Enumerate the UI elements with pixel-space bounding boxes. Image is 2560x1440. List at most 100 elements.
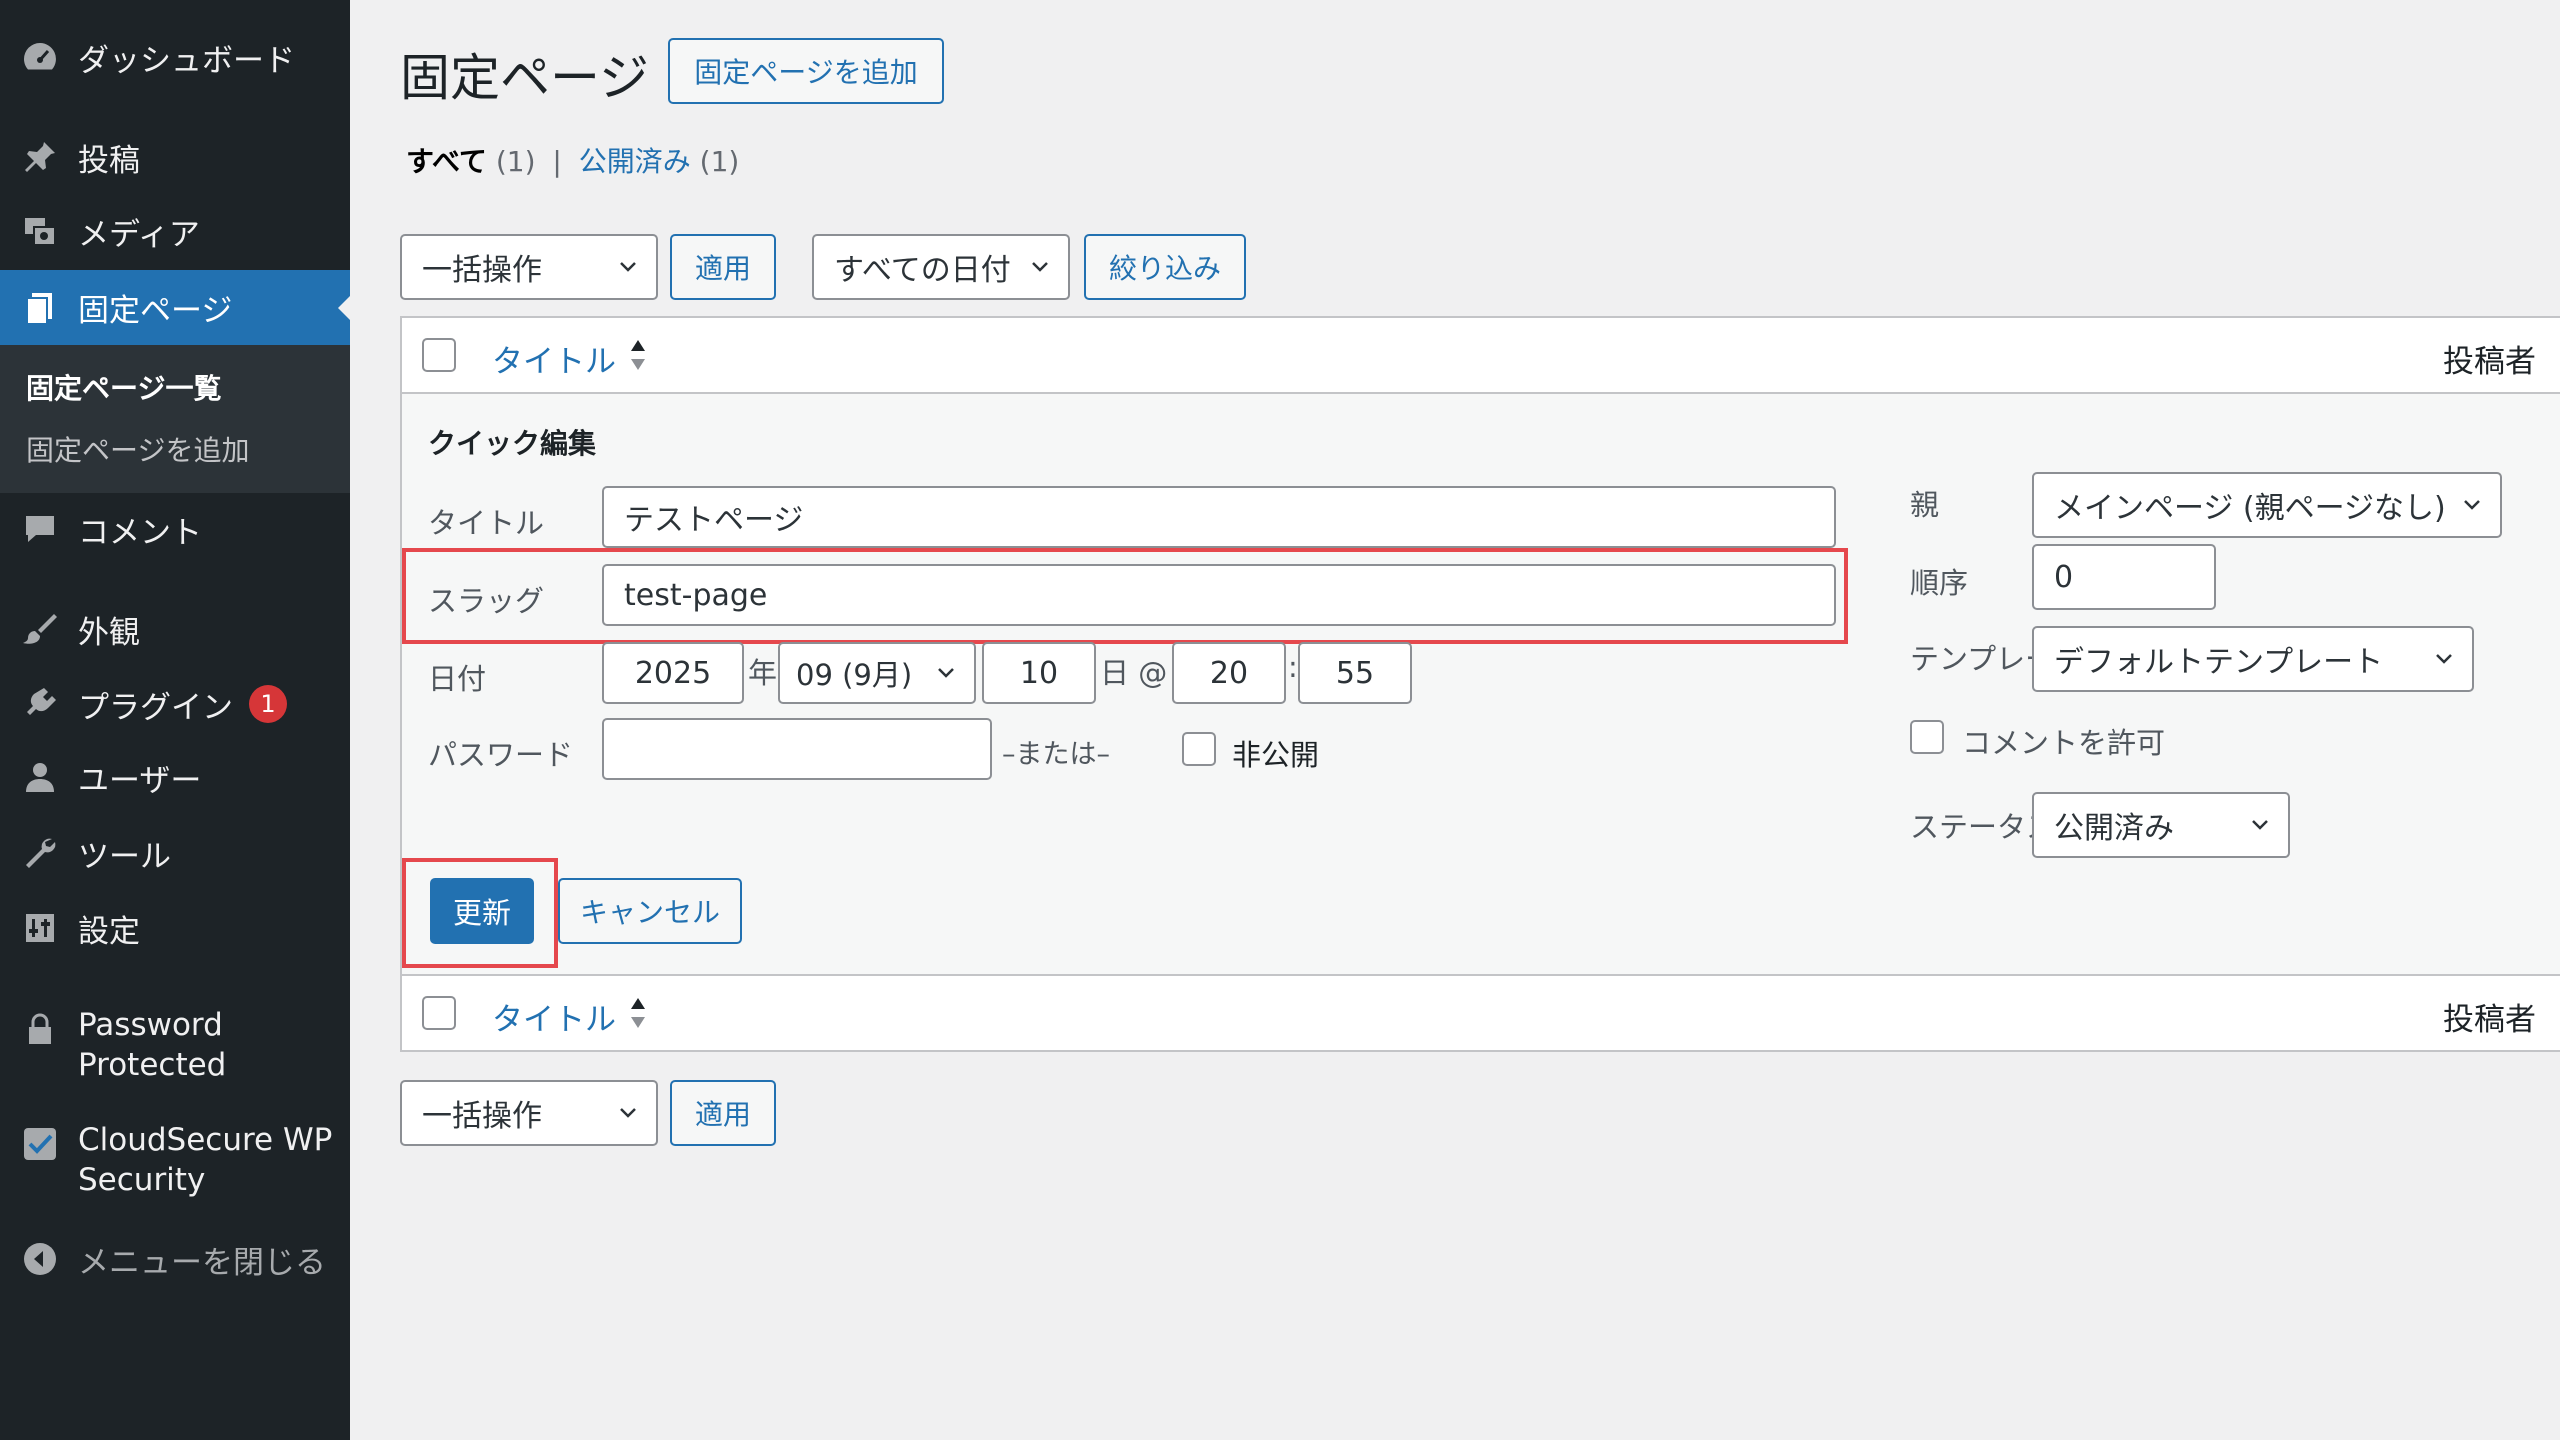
password-input[interactable] (602, 718, 992, 780)
select-value: すべての日付 (834, 253, 1011, 288)
chevron-down-icon (938, 668, 954, 678)
menu-password-protected[interactable]: Password Protected (0, 1005, 350, 1093)
private-checkbox[interactable] (1182, 732, 1216, 766)
chevron-down-icon (2464, 500, 2480, 510)
update-button[interactable]: 更新 (430, 878, 534, 944)
menu-posts[interactable]: 投稿 (0, 126, 350, 188)
select-value: 一括操作 (422, 253, 542, 288)
menu-dashboard[interactable]: ダッシュボード (0, 26, 350, 88)
day-input[interactable]: 10 (982, 642, 1096, 704)
bulk-action-select-bottom[interactable]: 一括操作 (400, 1080, 658, 1146)
order-input[interactable]: 0 (2032, 544, 2216, 610)
table-footer: タイトル 投稿者 (400, 974, 2560, 1052)
select-value: 公開済み (2054, 811, 2174, 846)
settings-icon (20, 908, 60, 948)
submenu-pages-list[interactable]: 固定ページ一覧 (26, 367, 221, 407)
add-new-page-button[interactable]: 固定ページを追加 (668, 38, 944, 104)
allow-comments-checkbox[interactable] (1910, 720, 1944, 754)
menu-tools[interactable]: ツール (0, 822, 350, 884)
menu-label: 外観 (78, 614, 140, 651)
menu-pages[interactable]: 固定ページ (0, 270, 350, 345)
column-author: 投稿者 (2443, 344, 2536, 380)
wrench-icon (20, 833, 60, 873)
menu-comments[interactable]: コメント (0, 498, 350, 560)
menu-cloudsecure[interactable]: CloudSecure WP Security (0, 1120, 350, 1208)
menu-collapse[interactable]: メニューを閉じる (0, 1228, 350, 1290)
hour-input[interactable]: 20 (1172, 642, 1286, 704)
menu-plugins[interactable]: プラグイン 1 (0, 673, 350, 735)
template-select[interactable]: デフォルトテンプレート (2032, 626, 2474, 692)
year-suffix: 年 (748, 656, 778, 690)
menu-label: 固定ページ (78, 293, 233, 329)
admin-sidebar: ダッシュボード 投稿 メディア 固定ページ 固定ページ一覧 固定ページを追加 コ… (0, 0, 350, 1440)
table-header: タイトル 投稿者 (400, 316, 2560, 394)
status-select[interactable]: 公開済み (2032, 792, 2290, 858)
label-line: Protected (78, 1047, 227, 1083)
date-filter-select[interactable]: すべての日付 (812, 234, 1070, 300)
select-value: メインページ (親ページなし) (2054, 491, 2446, 526)
select-all-checkbox[interactable] (422, 338, 456, 372)
menu-appearance[interactable]: 外観 (0, 598, 350, 660)
lock-icon (20, 1009, 60, 1049)
collapse-icon (20, 1239, 60, 1279)
quick-edit-legend: クイック編集 (428, 427, 597, 460)
menu-label: プラグイン (78, 689, 233, 726)
apply-button-bottom[interactable]: 適用 (670, 1080, 776, 1146)
menu-label: メディア (78, 216, 200, 253)
select-all-checkbox-bottom[interactable] (422, 996, 456, 1030)
pin-icon (20, 137, 60, 177)
menu-label: ツール (78, 838, 171, 875)
filter-button[interactable]: 絞り込み (1084, 234, 1246, 300)
chevron-down-icon (1032, 262, 1048, 272)
label-line: Password (78, 1007, 223, 1043)
parent-select[interactable]: メインページ (親ページなし) (2032, 472, 2502, 538)
allow-comments-label: コメントを許可 (1962, 726, 2166, 760)
menu-media[interactable]: メディア (0, 200, 350, 262)
sort-icon[interactable] (628, 338, 648, 372)
quick-edit-panel: クイック編集 タイトル テストページ スラッグ test-page 日付 202… (400, 394, 2560, 974)
pages-submenu: 固定ページ一覧 固定ページを追加 (0, 345, 350, 493)
main-content: 固定ページ 固定ページを追加 すべて (1) | 公開済み (1) 一括操作 適… (350, 0, 2560, 1440)
label-line: CloudSecure WP (78, 1122, 333, 1158)
or-text: –または– (1002, 739, 1110, 770)
menu-label: ユーザー (78, 762, 202, 799)
filter-published-count: (1) (699, 145, 740, 178)
select-value: 一括操作 (422, 1099, 542, 1134)
sort-icon[interactable] (628, 996, 648, 1030)
menu-users[interactable]: ユーザー (0, 746, 350, 808)
time-separator: : (1288, 650, 1298, 684)
column-title-sort-bottom[interactable]: タイトル (492, 994, 616, 1039)
minute-input[interactable]: 55 (1298, 642, 1412, 704)
menu-settings[interactable]: 設定 (0, 897, 350, 959)
parent-label: 親 (1910, 488, 1940, 522)
page-title: 固定ページ (400, 49, 649, 107)
status-filter-links: すべて (1) | 公開済み (1) (406, 140, 739, 180)
menu-label: 投稿 (78, 142, 140, 179)
chevron-down-icon (2252, 820, 2268, 830)
private-label: 非公開 (1232, 738, 1320, 772)
plugin-icon (20, 684, 60, 724)
dashboard-icon (20, 37, 60, 77)
select-value: デフォルトテンプレート (2054, 645, 2384, 680)
apply-button-top[interactable]: 適用 (670, 234, 776, 300)
select-value: 09 (9月) (796, 658, 913, 692)
chevron-down-icon (2436, 654, 2452, 664)
pages-icon (20, 288, 60, 328)
menu-label: メニューを閉じる (78, 1244, 326, 1281)
menu-label: コメント (78, 514, 202, 551)
year-input[interactable]: 2025 (602, 642, 744, 704)
filter-all[interactable]: すべて (406, 145, 487, 178)
chevron-down-icon (620, 1108, 636, 1118)
submenu-pages-add[interactable]: 固定ページを追加 (26, 429, 249, 469)
media-icon (20, 211, 60, 251)
update-count-badge: 1 (249, 685, 287, 723)
filter-published[interactable]: 公開済み (579, 145, 691, 178)
bulk-action-select-top[interactable]: 一括操作 (400, 234, 658, 300)
month-select[interactable]: 09 (9月) (778, 642, 976, 704)
order-label: 順序 (1910, 566, 1969, 600)
cancel-button[interactable]: キャンセル (558, 878, 742, 944)
column-title-sort[interactable]: タイトル (492, 336, 616, 381)
slug-input[interactable]: test-page (602, 564, 1836, 626)
slug-label: スラッグ (428, 584, 545, 618)
title-input[interactable]: テストページ (602, 486, 1836, 548)
